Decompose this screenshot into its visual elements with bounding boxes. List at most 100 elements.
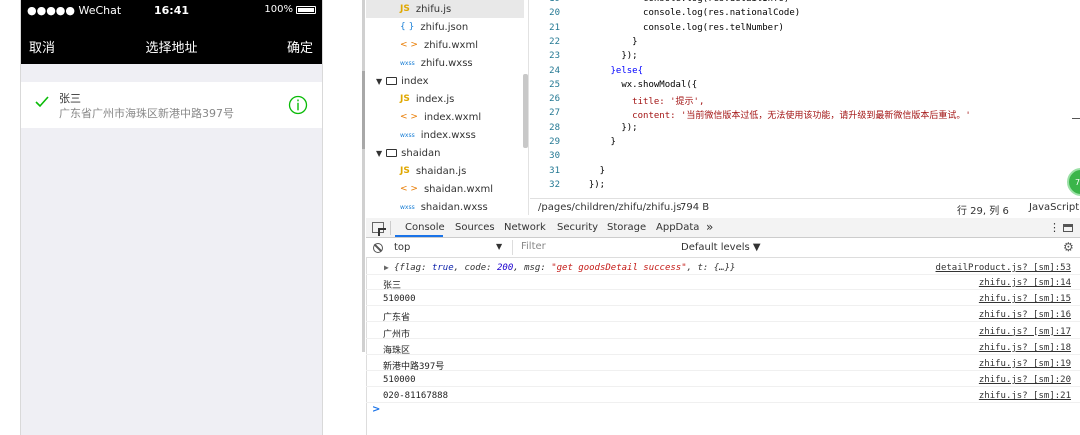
code-editor[interactable]: 19 console.log(res.detailInfo)20 console… (530, 0, 1080, 198)
file-item[interactable]: JS zhifu.js (366, 0, 524, 18)
file-tree-scrollbar[interactable] (523, 74, 528, 148)
log-source-link[interactable]: zhifu.js? [sm]:15 (979, 294, 1071, 304)
log-source-link[interactable]: zhifu.js? [sm]:19 (979, 359, 1071, 369)
code-line: 23 }); (530, 51, 1080, 65)
battery-percent: 100% (264, 4, 293, 15)
address-name: 张三 (59, 92, 81, 105)
check-icon (35, 96, 49, 108)
chevron-down-icon[interactable]: ▼ (496, 242, 502, 251)
wxss-file-icon: wxss (400, 59, 415, 67)
wxss-file-icon: wxss (400, 131, 415, 139)
file-item[interactable]: JS index.js (366, 90, 524, 108)
line-number: 30 (549, 151, 560, 162)
code-line: 31 } (530, 166, 1080, 180)
battery-icon (296, 5, 316, 14)
clear-console-icon[interactable] (373, 243, 383, 253)
code-text: }else{ (578, 65, 644, 76)
log-source-link[interactable]: zhifu.js? [sm]:21 (979, 391, 1071, 401)
file-label: index (401, 75, 429, 87)
cursor-position: 行 29, 列 6 (957, 206, 1009, 217)
log-source-link[interactable]: detailProduct.js? [sm]:53 (936, 263, 1071, 273)
folder-icon (386, 77, 398, 85)
tab-security[interactable]: Security (557, 222, 598, 233)
log-text: 020-81167888 (383, 391, 449, 402)
folder-item[interactable]: ▼ index (366, 72, 524, 90)
log-text: 510000 (383, 294, 416, 305)
file-item[interactable]: { } zhifu.json (366, 18, 524, 36)
line-number: 25 (549, 79, 560, 90)
line-number: 32 (549, 179, 560, 190)
nav-bar: 取消 选择地址 确定 (21, 20, 322, 64)
expand-triangle-icon[interactable]: ▶ (384, 263, 389, 272)
code-line: 32 }); (530, 180, 1080, 194)
address-detail: 广东省广州市海珠区新港中路397号 (59, 107, 234, 120)
splitter-handle[interactable] (362, 71, 365, 149)
js-file-icon: JS (400, 4, 410, 14)
tab-sources[interactable]: Sources (455, 222, 495, 233)
inspect-element-icon[interactable] (372, 222, 386, 236)
code-line: 19 console.log(res.detailInfo) (530, 0, 1080, 8)
log-text: 广东省 (383, 313, 411, 324)
confirm-button[interactable]: 确定 (287, 37, 313, 56)
chevron-down-icon[interactable]: ▼ (376, 77, 382, 86)
tab-storage[interactable]: Storage (607, 222, 646, 233)
console-message: 海珠区 zhifu.js? [sm]:18 (366, 342, 1080, 356)
line-number: 24 (549, 65, 560, 76)
line-number: 28 (549, 122, 560, 133)
code-text: } (578, 36, 638, 47)
panel-splitter[interactable] (362, 0, 365, 352)
file-item[interactable]: wxss index.wxss (366, 126, 524, 144)
log-text: 新港中路397号 (383, 362, 445, 372)
file-item[interactable]: < > index.wxml (366, 108, 524, 126)
file-label: zhifu.wxml (423, 39, 478, 51)
file-path: /pages/children/zhifu/zhifu.js (538, 202, 682, 213)
file-size: 794 B (680, 202, 710, 213)
log-source-link[interactable]: zhifu.js? [sm]:14 (979, 278, 1071, 288)
gear-icon[interactable]: ⚙ (1063, 240, 1074, 254)
filter-input[interactable]: Filter (512, 240, 672, 255)
log-source-link[interactable]: zhifu.js? [sm]:18 (979, 343, 1071, 353)
file-item[interactable]: wxss zhifu.wxss (366, 54, 524, 72)
devtools-panel: Console Sources Network Security Storage… (366, 218, 1080, 435)
wxml-file-icon: < > (400, 112, 418, 122)
dock-side-icon[interactable] (1063, 224, 1073, 232)
tab-console[interactable]: Console (405, 222, 445, 233)
chevron-down-icon[interactable]: ▼ (376, 149, 382, 158)
file-label: shaidan.js (415, 165, 467, 177)
json-file-icon: { } (400, 22, 415, 32)
log-levels-select[interactable]: Default levels ▼ (681, 242, 761, 253)
code-text: }); (578, 179, 606, 190)
kebab-menu-icon[interactable]: ⋮ (1049, 221, 1060, 234)
code-line: 25 wx.showModal({ (530, 80, 1080, 94)
file-item[interactable]: JS shaidan.js (366, 162, 524, 180)
log-source-link[interactable]: zhifu.js? [sm]:17 (979, 327, 1071, 337)
tab-appdata[interactable]: AppData (656, 222, 699, 233)
code-line: 27 content: '当前微信版本过低，无法使用该功能，请升级到最新微信版本… (530, 108, 1080, 122)
folder-item[interactable]: ▼ shaidan (366, 144, 524, 162)
code-line: 30 (530, 151, 1080, 165)
file-label: shaidan.wxss (420, 201, 488, 213)
file-item[interactable]: wxss shaidan.wxss (366, 198, 524, 215)
tab-network[interactable]: Network (504, 222, 546, 233)
devtools-tabbar: Console Sources Network Security Storage… (366, 218, 1080, 238)
language-mode[interactable]: JavaScript (1029, 202, 1079, 213)
line-number: 22 (549, 36, 560, 47)
line-number: 19 (530, 0, 560, 8)
file-item[interactable]: < > shaidan.wxml (366, 180, 524, 198)
more-tabs-button[interactable]: » (706, 220, 713, 234)
console-message: 广州市 zhifu.js? [sm]:17 (366, 326, 1080, 340)
line-number: 21 (549, 22, 560, 33)
console-object-row[interactable]: ▶ {flag: true, code: 200, msg: "get good… (366, 262, 1080, 275)
console-prompt[interactable]: > (372, 404, 380, 415)
log-source-link[interactable]: zhifu.js? [sm]:20 (979, 375, 1071, 385)
object-preview: {flag: true, code: 200, msg: "get goodsD… (394, 263, 736, 273)
file-label: zhifu.wxss (420, 57, 473, 69)
line-number: 29 (549, 137, 560, 147)
info-icon[interactable] (288, 95, 308, 115)
line-number: 27 (549, 108, 560, 119)
file-item[interactable]: < > zhifu.wxml (366, 36, 524, 54)
address-item[interactable]: 张三 广东省广州市海珠区新港中路397号 (21, 82, 322, 128)
context-select[interactable]: top (394, 242, 510, 253)
log-source-link[interactable]: zhifu.js? [sm]:16 (979, 310, 1071, 320)
tab-divider (390, 221, 391, 235)
